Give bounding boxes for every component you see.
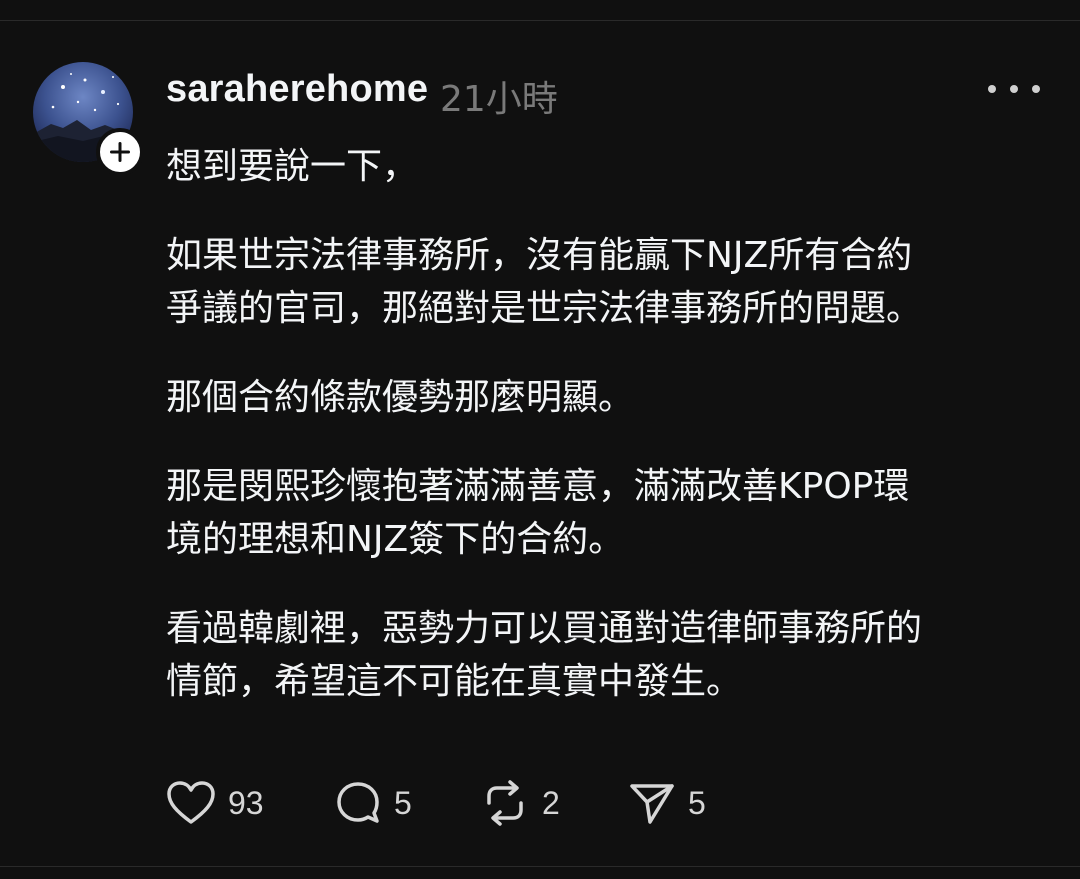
bottom-divider — [0, 866, 1080, 867]
post-paragraph: 那是閔熙珍懷抱著滿滿善意，滿滿改善KPOP環 境的理想和NJZ簽下的合約。 — [166, 466, 910, 560]
more-options-button[interactable] — [988, 78, 1040, 100]
reply-button[interactable]: 5 — [334, 778, 412, 828]
send-icon — [630, 784, 674, 824]
comment-icon — [337, 782, 379, 823]
post-paragraph: 那個合約條款優勢那麼明顯。 — [166, 377, 635, 418]
ellipsis-icon-dot — [988, 85, 996, 93]
avatar-container[interactable] — [33, 62, 144, 176]
post-paragraph: 如果世宗法律事務所，沒有能贏下NJZ所有合約 爭議的官司，那絕對是世宗法律事務所… — [166, 235, 923, 329]
share-count: 5 — [688, 784, 706, 821]
follow-button[interactable] — [96, 128, 144, 176]
post-paragraph: 看過韓劇裡，惡勢力可以買通對造律師事務所的 情節，希望這不可能在真實中發生。 — [166, 608, 923, 702]
like-button[interactable]: 93 — [166, 778, 264, 828]
post-body: 想到要說一下， 如果世宗法律事務所，沒有能贏下NJZ所有合約 爭議的官司，那絕對… — [166, 140, 1046, 744]
repost-button[interactable]: 2 — [480, 778, 560, 828]
post-paragraph: 想到要說一下， — [166, 146, 419, 187]
reply-count: 5 — [394, 784, 412, 821]
username[interactable]: saraherehome — [166, 68, 428, 111]
like-count: 93 — [228, 784, 264, 821]
repost-count: 2 — [542, 784, 560, 821]
post-timestamp: 21小時 — [440, 79, 558, 120]
action-bar: 93 5 2 5 — [166, 778, 766, 828]
ellipsis-icon-dot — [1010, 85, 1018, 93]
plus-icon — [110, 142, 130, 162]
share-button[interactable]: 5 — [628, 778, 706, 828]
repost-icon — [487, 780, 523, 826]
ellipsis-icon-dot — [1032, 85, 1040, 93]
top-divider — [0, 20, 1080, 21]
heart-icon — [167, 781, 215, 824]
